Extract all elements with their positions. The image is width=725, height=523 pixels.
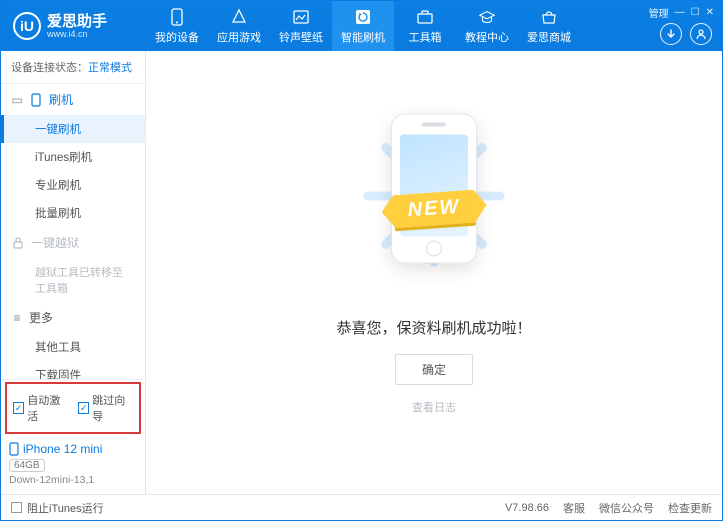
section-flash[interactable]: ▭ 刷机 bbox=[1, 84, 145, 115]
nav-store[interactable]: 爱思商城 bbox=[518, 1, 580, 51]
nav-label: 铃声壁纸 bbox=[279, 29, 323, 45]
checkbox-label: 跳过向导 bbox=[92, 392, 133, 424]
expand-icon: ≡ bbox=[11, 311, 23, 325]
section-jailbreak[interactable]: 一键越狱 bbox=[1, 227, 145, 258]
nav-label: 教程中心 bbox=[465, 29, 509, 45]
brand-url: www.i4.cn bbox=[47, 29, 107, 39]
nav-ringtones[interactable]: 铃声壁纸 bbox=[270, 1, 332, 51]
footer-wechat[interactable]: 微信公众号 bbox=[599, 500, 654, 516]
sidebar-item-batch-flash[interactable]: 批量刷机 bbox=[1, 199, 145, 227]
sidebar: 设备连接状态：正常模式 ▭ 刷机 一键刷机 iTunes刷机 专业刷机 批量刷机… bbox=[1, 51, 146, 494]
user-buttons bbox=[660, 23, 712, 45]
main-nav: 我的设备 应用游戏 铃声壁纸 智能刷机 工具箱 教程中心 bbox=[146, 1, 580, 51]
device-capacity: 64GB bbox=[9, 459, 45, 472]
unchecked-box-icon bbox=[11, 502, 22, 513]
user-circle-button[interactable] bbox=[690, 23, 712, 45]
section-title: 刷机 bbox=[49, 91, 73, 108]
device-name: iPhone 12 mini bbox=[9, 442, 137, 456]
section-title: 一键越狱 bbox=[31, 234, 79, 251]
section-title: 更多 bbox=[29, 309, 53, 326]
flash-subitems: 一键刷机 iTunes刷机 专业刷机 批量刷机 bbox=[1, 115, 145, 227]
checkbox-label: 阻止iTunes运行 bbox=[27, 500, 104, 516]
window-controls: 管理 — ☐ ✕ bbox=[641, 1, 722, 24]
sidebar-item-one-click-flash[interactable]: 一键刷机 bbox=[1, 115, 145, 143]
window-menu-button[interactable]: 管理 bbox=[649, 5, 669, 20]
connection-value: 正常模式 bbox=[88, 62, 132, 74]
brand-title: 爱思助手 bbox=[47, 14, 107, 29]
options-row-highlighted: ✓自动激活 ✓跳过向导 bbox=[5, 382, 141, 434]
collapse-icon: ▭ bbox=[11, 93, 23, 107]
checkbox-block-itunes[interactable]: 阻止iTunes运行 bbox=[11, 500, 104, 516]
checkbox-skip-guide[interactable]: ✓跳过向导 bbox=[78, 392, 133, 424]
titlebar: iU 爱思助手 www.i4.cn 我的设备 应用游戏 铃声壁纸 智能刷机 bbox=[1, 1, 722, 51]
wallpaper-icon bbox=[292, 8, 310, 26]
footer-update[interactable]: 检查更新 bbox=[668, 500, 712, 516]
device-model: Down-12mini-13,1 bbox=[9, 474, 137, 486]
nav-toolbox[interactable]: 工具箱 bbox=[394, 1, 456, 51]
ok-button[interactable]: 确定 bbox=[395, 354, 473, 385]
sidebar-bottom: ✓自动激活 ✓跳过向导 iPhone 12 mini 64GB Down-12m… bbox=[1, 379, 145, 494]
nav-apps-games[interactable]: 应用游戏 bbox=[208, 1, 270, 51]
sidebar-item-other-tools[interactable]: 其他工具 bbox=[1, 333, 145, 361]
minimize-button[interactable]: — bbox=[675, 7, 685, 18]
apps-icon bbox=[230, 8, 248, 26]
footer: 阻止iTunes运行 V7.98.66 客服 微信公众号 检查更新 bbox=[1, 494, 722, 520]
close-button[interactable]: ✕ bbox=[706, 7, 714, 18]
nav-label: 应用游戏 bbox=[217, 29, 261, 45]
footer-version: V7.98.66 bbox=[505, 502, 549, 514]
footer-left: 阻止iTunes运行 bbox=[11, 500, 104, 516]
small-phone-icon bbox=[9, 442, 19, 456]
lock-icon bbox=[11, 236, 25, 250]
sidebar-tree: ▭ 刷机 一键刷机 iTunes刷机 专业刷机 批量刷机 一键越狱 越狱工具已转… bbox=[1, 84, 145, 379]
device-name-text: iPhone 12 mini bbox=[23, 442, 102, 456]
sidebar-item-pro-flash[interactable]: 专业刷机 bbox=[1, 171, 145, 199]
section-more[interactable]: ≡ 更多 bbox=[1, 302, 145, 333]
app-window: iU 爱思助手 www.i4.cn 我的设备 应用游戏 铃声壁纸 智能刷机 bbox=[0, 0, 723, 521]
nav-label: 爱思商城 bbox=[527, 29, 571, 45]
logo-icon: iU bbox=[13, 12, 41, 40]
refresh-icon bbox=[354, 8, 372, 26]
jailbreak-note: 越狱工具已转移至 工具箱 bbox=[1, 258, 145, 302]
connection-status: 设备连接状态：正常模式 bbox=[1, 51, 145, 84]
maximize-button[interactable]: ☐ bbox=[691, 7, 700, 18]
checkbox-label: 自动激活 bbox=[27, 392, 68, 424]
store-icon bbox=[540, 8, 558, 26]
footer-service[interactable]: 客服 bbox=[563, 500, 585, 516]
nav-smart-flash[interactable]: 智能刷机 bbox=[332, 1, 394, 51]
main-content: NEW 恭喜您，保资料刷机成功啦！ 确定 查看日志 bbox=[146, 51, 722, 494]
brand-text: 爱思助手 www.i4.cn bbox=[47, 14, 107, 39]
nav-label: 工具箱 bbox=[409, 29, 442, 45]
success-illustration: NEW bbox=[359, 111, 509, 281]
new-badge: NEW bbox=[393, 190, 476, 229]
phone-icon bbox=[29, 93, 43, 107]
graduation-icon bbox=[478, 8, 496, 26]
logo-block: iU 爱思助手 www.i4.cn bbox=[1, 12, 146, 40]
sidebar-item-itunes-flash[interactable]: iTunes刷机 bbox=[1, 143, 145, 171]
connection-label: 设备连接状态： bbox=[11, 62, 88, 74]
device-icon bbox=[168, 8, 186, 26]
checkbox-auto-activate[interactable]: ✓自动激活 bbox=[13, 392, 68, 424]
sidebar-item-download-firmware[interactable]: 下载固件 bbox=[1, 361, 145, 379]
nav-label: 我的设备 bbox=[155, 29, 199, 45]
download-circle-button[interactable] bbox=[660, 23, 682, 45]
nav-my-device[interactable]: 我的设备 bbox=[146, 1, 208, 51]
view-log-link[interactable]: 查看日志 bbox=[412, 399, 456, 415]
nav-tutorials[interactable]: 教程中心 bbox=[456, 1, 518, 51]
success-message: 恭喜您，保资料刷机成功啦！ bbox=[336, 317, 531, 338]
toolbox-icon bbox=[416, 8, 434, 26]
more-subitems: 其他工具 下载固件 高级功能 bbox=[1, 333, 145, 379]
device-block[interactable]: iPhone 12 mini 64GB Down-12mini-13,1 bbox=[1, 436, 145, 494]
phone-graphic bbox=[391, 113, 477, 263]
logo-letter: iU bbox=[20, 18, 34, 34]
body: 设备连接状态：正常模式 ▭ 刷机 一键刷机 iTunes刷机 专业刷机 批量刷机… bbox=[1, 51, 722, 494]
nav-label: 智能刷机 bbox=[341, 29, 385, 45]
